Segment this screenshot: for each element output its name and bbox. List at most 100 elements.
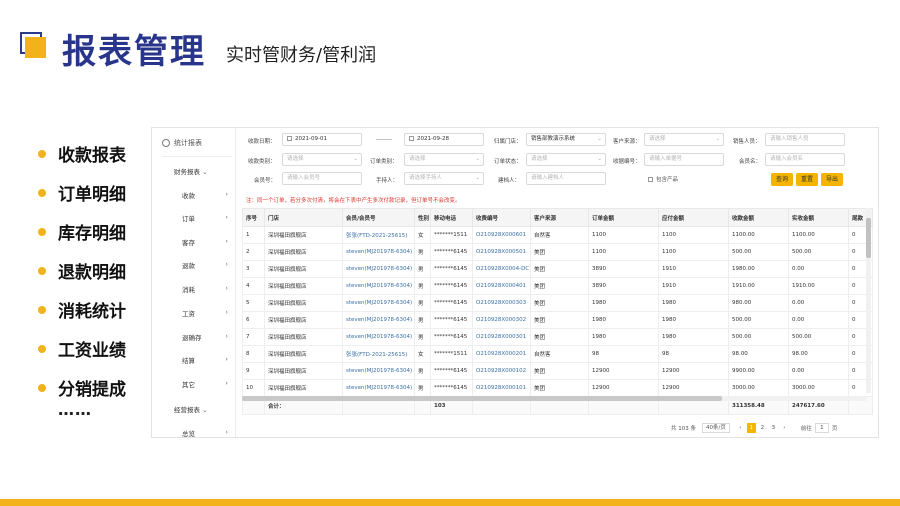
table-row[interactable]: 10 深圳福田旗舰店 steven(MJ201978-6304) 男 *******61… — [242, 379, 873, 397]
clock-icon — [162, 139, 170, 147]
sidebar-group-business[interactable]: 经营报表 ⌄ — [174, 404, 208, 414]
sidebar-item-salary[interactable]: 工资 › — [182, 308, 228, 318]
order-type-select[interactable]: 请选择 ⌄ — [404, 153, 484, 166]
sidebar-header[interactable]: 统计报表 — [162, 138, 202, 148]
table-cell[interactable]: 张张(FTD-2021-25615) — [342, 226, 415, 244]
page-3-button[interactable]: 3 — [769, 423, 778, 433]
column-header[interactable]: 客户来源 — [530, 208, 589, 227]
source-label: 客户来源： — [613, 139, 641, 145]
end-date-input[interactable]: 2021-09-28 — [404, 133, 484, 146]
sidebar-group-finance[interactable]: 财务报表 ⌄ — [174, 166, 208, 176]
table-row[interactable]: 8 深圳福田旗舰店 张张(FTD-2021-25615) 女 *******1511 O2… — [242, 345, 873, 363]
chevron-right-icon: › — [225, 308, 228, 316]
column-header[interactable]: 应付金额 — [658, 208, 729, 227]
table-cell[interactable]: steven(MJ201978-6304) — [342, 379, 415, 397]
receipt-no-input[interactable]: 请输入单据号 — [644, 153, 724, 166]
sidebar-item-label: 客存 — [182, 239, 195, 247]
member-name-label: 会员名： — [739, 159, 762, 165]
table-cell[interactable]: O210928X000303 — [472, 294, 531, 312]
table-cell[interactable]: O210928X0004-DC — [472, 260, 531, 278]
table-row[interactable]: 1 深圳福田旗舰店 张张(FTD-2021-25615) 女 *******1511 O2… — [242, 226, 873, 244]
table-cell[interactable]: 张张(FTD-2021-25615) — [342, 345, 415, 363]
table-cell[interactable]: steven(MJ201978-6304) — [342, 277, 415, 295]
member-no-input[interactable]: 请输入会员号 — [282, 172, 362, 185]
reset-button[interactable]: 重置 — [796, 173, 818, 186]
column-header[interactable]: 会员/会员号 — [342, 208, 415, 227]
table-row[interactable]: 5 深圳福田旗舰店 steven(MJ201978-6304) 男 *******614… — [242, 294, 873, 312]
table-row[interactable]: 9 深圳福田旗舰店 steven(MJ201978-6304) 男 *******614… — [242, 362, 873, 380]
source-select[interactable]: 请选择 ⌄ — [644, 133, 724, 146]
column-header[interactable]: 门店 — [264, 208, 343, 227]
table-cell[interactable]: O210928X000102 — [472, 362, 531, 380]
table-cell: 5 — [242, 294, 265, 312]
creator-input[interactable]: 请输入建档人 — [526, 172, 606, 185]
sidebar-item-overview[interactable]: 总览 › — [182, 428, 228, 437]
member-name-input[interactable]: 请输入会员名 — [765, 153, 845, 166]
sales-input[interactable]: 请输入销售人员 — [765, 133, 845, 146]
table-cell[interactable]: O210928X000302 — [472, 311, 531, 329]
table-row[interactable]: 7 深圳福田旗舰店 steven(MJ201978-6304) 男 *******614… — [242, 328, 873, 346]
query-button[interactable]: 查询 — [771, 173, 793, 186]
page-2-button[interactable]: 2 — [758, 423, 767, 433]
column-header[interactable]: 移动电话 — [430, 208, 473, 227]
prev-page-button[interactable]: ‹ — [736, 423, 745, 433]
bullet-dot-icon — [38, 227, 46, 236]
handler-select[interactable]: 请选择手持人 ⌄ — [404, 172, 484, 185]
table-cell[interactable]: steven(MJ201978-6304) — [342, 328, 415, 346]
column-header[interactable]: 序号 — [242, 208, 265, 227]
sidebar-item-settle[interactable]: 结算 › — [182, 355, 228, 365]
horizontal-scrollbar[interactable] — [242, 396, 866, 401]
column-header[interactable]: 收款金额 — [728, 208, 789, 227]
table-row[interactable]: 4 深圳福田旗舰店 steven(MJ201978-6304) 男 *******614… — [242, 277, 873, 295]
receipt-type-select[interactable]: 请选择 ⌄ — [282, 153, 362, 166]
table-cell[interactable]: O210928X000201 — [472, 345, 531, 363]
column-header[interactable]: 收费编号 — [472, 208, 531, 227]
include-product-checkbox[interactable]: 包含产品 — [648, 175, 678, 183]
table-cell: 美团 — [530, 294, 589, 312]
table-cell[interactable]: O210928X000401 — [472, 277, 531, 295]
table-cell[interactable]: steven(MJ201978-6304) — [342, 294, 415, 312]
table-cell[interactable]: O210928X000501 — [472, 243, 531, 261]
goto-page-input[interactable]: 1 — [814, 423, 829, 433]
table-cell[interactable]: steven(MJ201978-6304) — [342, 260, 415, 278]
sidebar-item-stock[interactable]: 客存 › — [182, 237, 228, 247]
table-cell: 12900 — [658, 379, 729, 397]
store-select[interactable]: 销售部教演示系统 ⌄ — [526, 133, 606, 146]
vertical-scrollbar[interactable] — [866, 208, 871, 393]
scrollbar-thumb[interactable] — [866, 218, 871, 258]
table-cell[interactable]: steven(MJ201978-6304) — [342, 243, 415, 261]
sales-label: 销售人员： — [733, 139, 761, 145]
column-header[interactable]: 实收金额 — [788, 208, 849, 227]
table-cell: 4 — [242, 277, 265, 295]
column-header[interactable]: 订单金额 — [588, 208, 659, 227]
page-1-button[interactable]: 1 — [746, 423, 756, 433]
table-row[interactable]: 6 深圳福田旗舰店 steven(MJ201978-6304) 男 *******614… — [242, 311, 873, 329]
sidebar-item-refund[interactable]: 退款 › — [182, 260, 228, 270]
start-date-input[interactable]: 2021-09-01 — [282, 133, 362, 146]
sidebar-item-receipt[interactable]: 收款 › — [182, 190, 228, 200]
column-header[interactable]: 性别 — [414, 208, 431, 227]
sidebar-item-consume[interactable]: 消耗 › — [182, 284, 228, 294]
checkbox-icon — [648, 176, 653, 182]
table-cell: 98.00 — [728, 345, 789, 363]
next-page-button[interactable]: › — [780, 423, 789, 433]
order-status-select[interactable]: 请选择 ⌄ — [526, 153, 606, 166]
export-button[interactable]: 导出 — [821, 173, 843, 186]
table-cell[interactable]: steven(MJ201978-6304) — [342, 311, 415, 329]
table-row[interactable]: 3 深圳福田旗舰店 steven(MJ201978-6304) 男 *******614… — [242, 260, 873, 278]
table-row[interactable]: 2 深圳福田旗舰店 steven(MJ201978-6304) 男 *******614… — [242, 243, 873, 261]
table-cell: 深圳福田旗舰店 — [264, 379, 343, 397]
table-header-row: 序号 门店 会员/会员号 性别 移动电话 收费编号 客户来源 订单金额 应付金额… — [242, 208, 873, 227]
table-cell: 500.00 — [788, 328, 849, 346]
sidebar-item-label: 收款 — [182, 192, 195, 200]
page-size-select[interactable]: 40条/页 — [702, 423, 730, 433]
sidebar-item-other[interactable]: 其它 › — [182, 379, 228, 389]
table-cell[interactable]: O210928X000301 — [472, 328, 531, 346]
table-cell[interactable]: steven(MJ201978-6304) — [342, 362, 415, 380]
sidebar-item-return-stock[interactable]: 退确存 › — [182, 332, 228, 342]
scrollbar-thumb[interactable] — [242, 396, 722, 401]
sidebar-item-order[interactable]: 订单 › — [182, 213, 228, 223]
table-cell[interactable]: O210928X000101 — [472, 379, 531, 397]
table-cell[interactable]: O210928X000601 — [472, 226, 531, 244]
sidebar-item-label: 退款 — [182, 262, 195, 270]
